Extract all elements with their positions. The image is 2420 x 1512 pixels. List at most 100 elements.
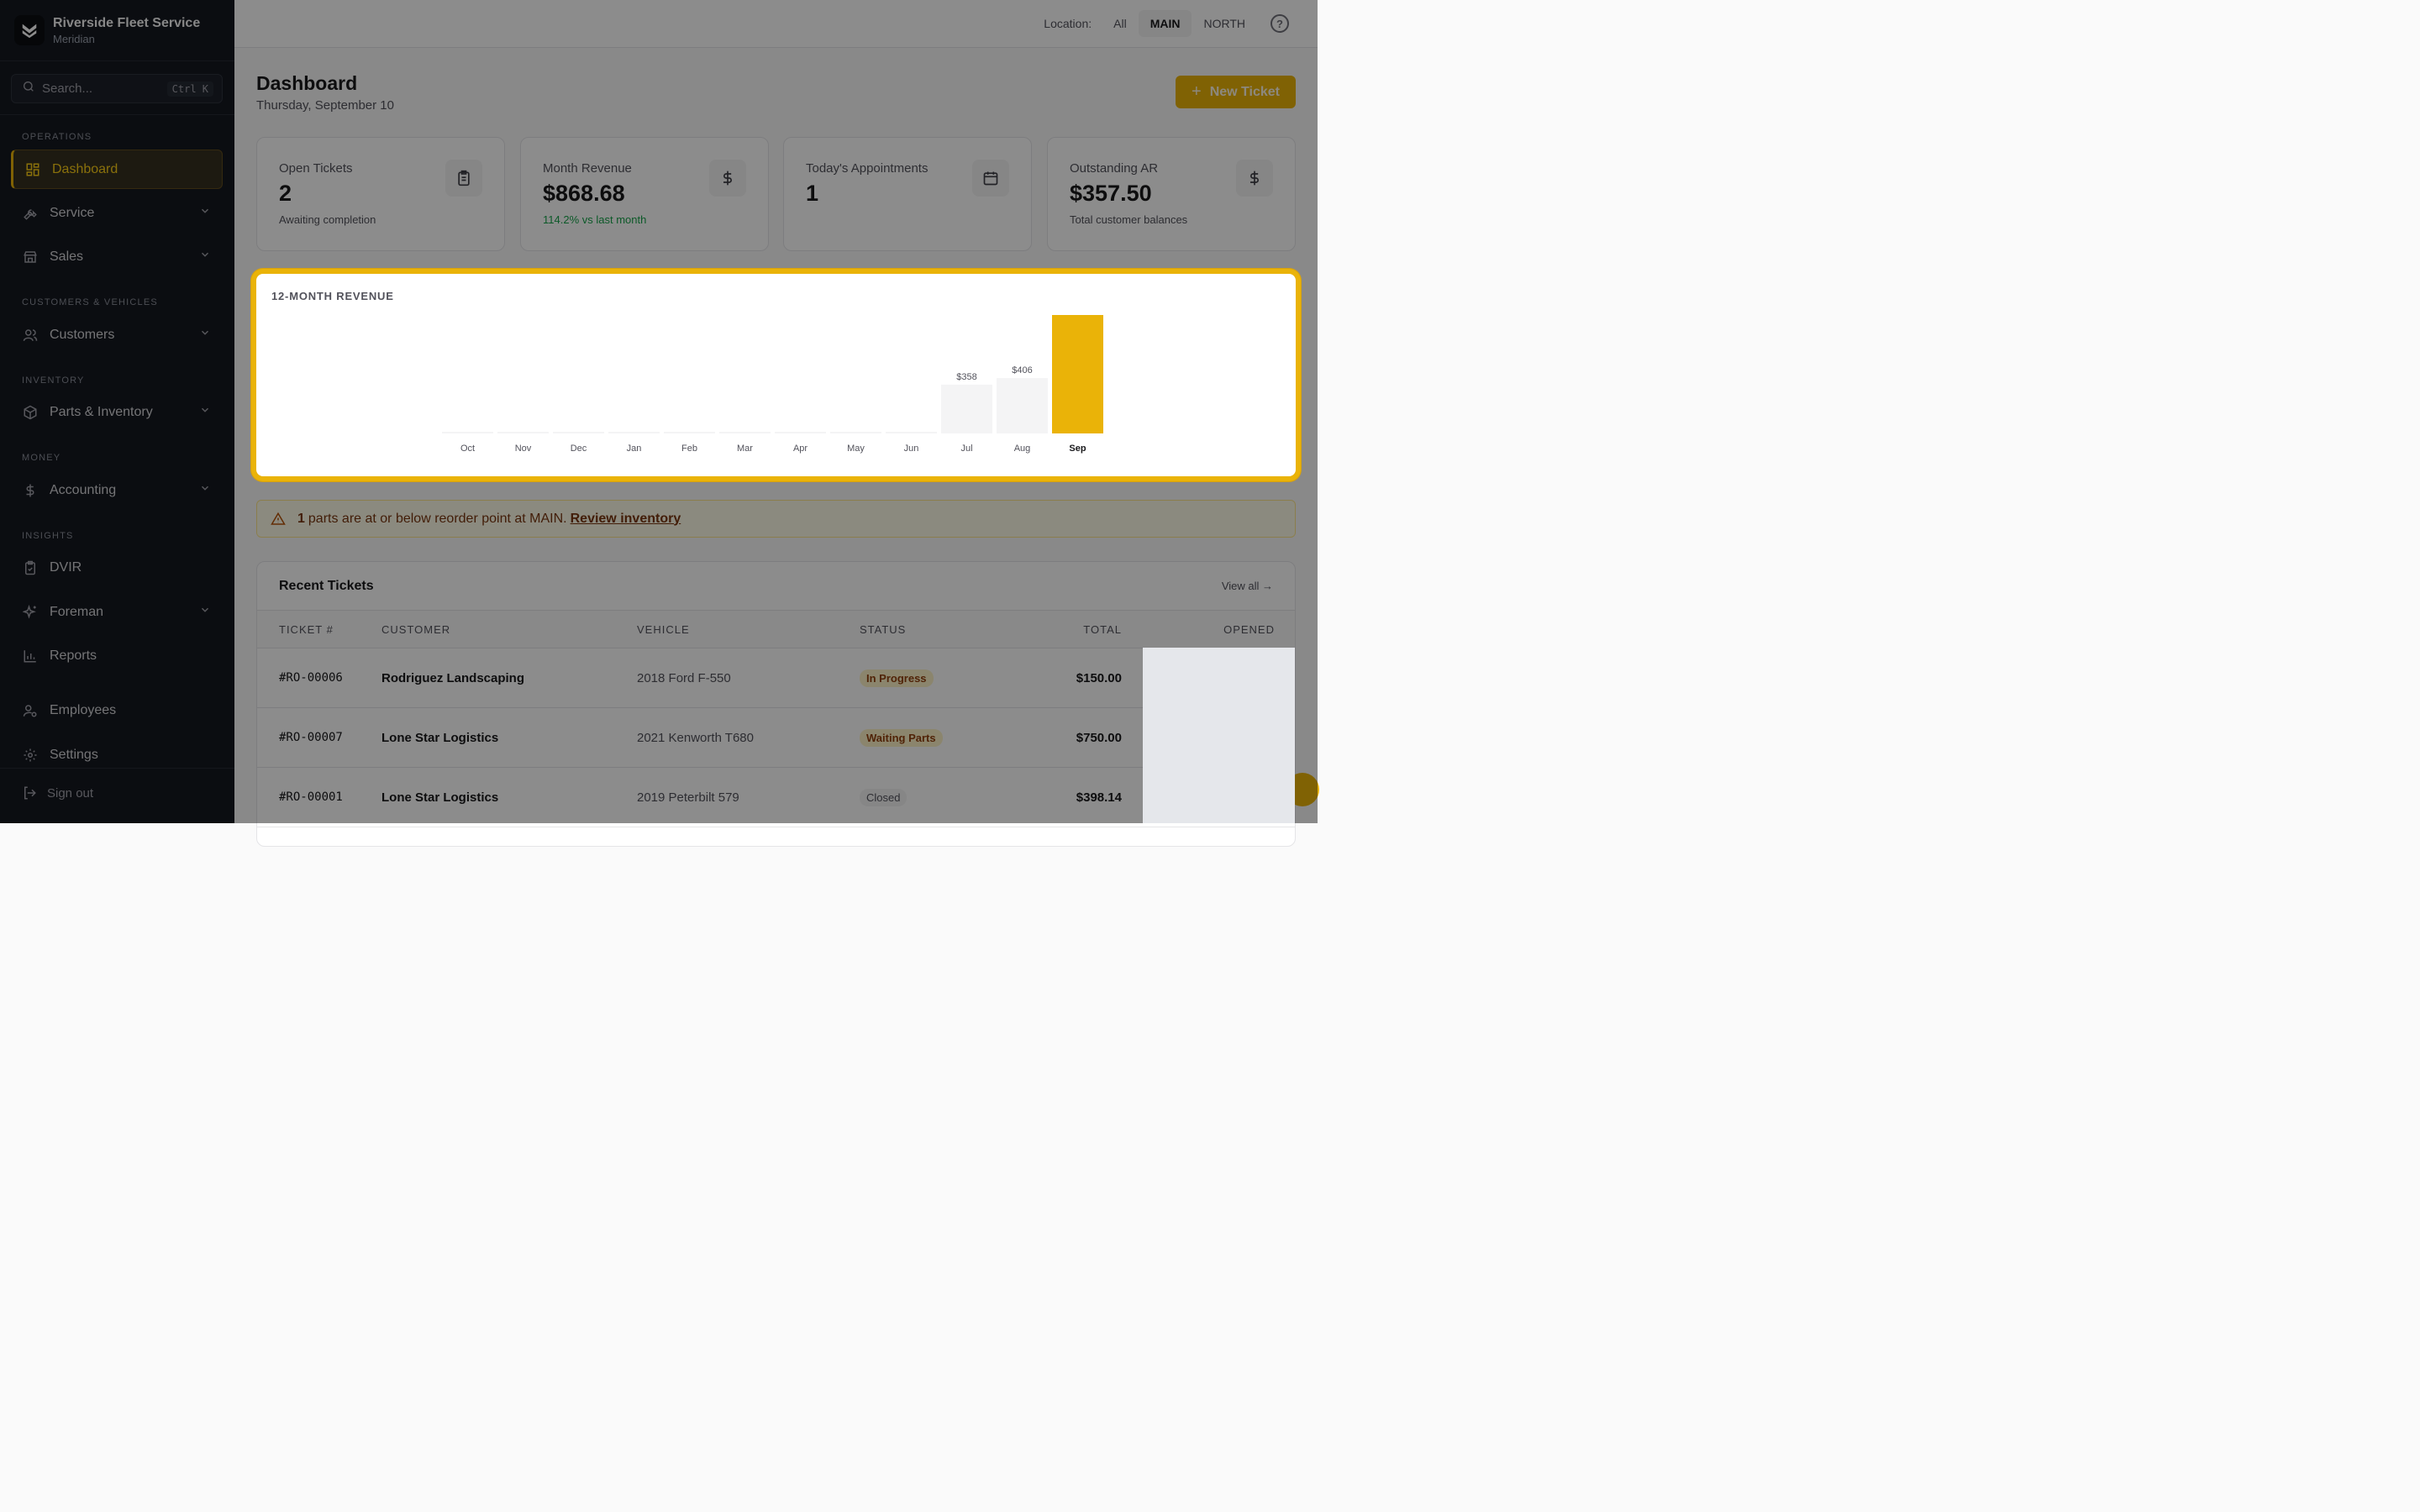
column-header[interactable]: TOTAL	[1083, 611, 1122, 648]
sidebar-item-label: Service	[50, 205, 95, 220]
location-label: Location:	[1044, 17, 1092, 30]
sidebar-item-accounting[interactable]: Accounting	[11, 470, 223, 510]
location-option-main[interactable]: MAIN	[1138, 10, 1192, 37]
new-ticket-button[interactable]: + New Ticket	[1176, 76, 1296, 108]
search-input[interactable]	[42, 81, 151, 96]
chart-data-label: $406	[1012, 365, 1032, 375]
search-icon	[22, 80, 35, 97]
brand-location: Meridian	[53, 32, 95, 45]
help-icon[interactable]: ?	[1270, 14, 1289, 33]
clipboard-check-icon	[23, 560, 38, 575]
divider	[0, 114, 234, 115]
users-icon	[23, 328, 38, 343]
stat-sub: Awaiting completion	[279, 213, 376, 226]
column-header[interactable]: TICKET #	[279, 611, 363, 648]
page-date: Thursday, September 10	[256, 98, 394, 113]
brand: Riverside Fleet Service Meridian	[0, 0, 234, 61]
dollar-icon	[1236, 160, 1273, 197]
ticket-number: #RO-00007	[279, 730, 343, 744]
new-ticket-label: New Ticket	[1209, 84, 1280, 99]
section-customers: CUSTOMERS & VEHICLES	[22, 297, 158, 307]
divider	[0, 768, 234, 769]
chevron-down-icon	[199, 482, 211, 498]
sidebar-item-label: Foreman	[50, 604, 104, 619]
sidebar-item-foreman[interactable]: Foreman	[11, 592, 223, 632]
chart-tick-label: Dec	[571, 444, 587, 454]
chart-tick-label: Jan	[627, 444, 642, 454]
table-header: TICKET # CUSTOMER VEHICLE STATUS TOTAL O…	[257, 611, 1295, 648]
chevron-down-icon	[199, 205, 211, 221]
stat-card-month-revenue: Month Revenue $868.68 114.2% vs last mon…	[520, 137, 769, 251]
chart-bar-aug[interactable]	[997, 378, 1048, 433]
sidebar-item-sales[interactable]: Sales	[11, 237, 223, 276]
sidebar-item-dvir[interactable]: DVIR	[11, 548, 223, 587]
chart-bar-nov[interactable]	[497, 432, 549, 433]
chart-bar-mar[interactable]	[719, 432, 771, 433]
location-option-all[interactable]: All	[1102, 10, 1139, 37]
chart-bar-oct[interactable]	[442, 432, 493, 433]
sidebar-item-employees[interactable]: Employees	[11, 690, 223, 730]
sidebar-item-dashboard[interactable]: Dashboard	[11, 150, 223, 189]
clipboard-icon	[445, 160, 482, 197]
chart-tick-label: Mar	[737, 444, 753, 454]
chart-bar-jan[interactable]	[608, 432, 660, 433]
column-header[interactable]: OPENED	[1223, 611, 1275, 648]
view-all-link[interactable]: View all →	[1222, 580, 1273, 592]
alert-text: parts are at or below reorder point at M…	[308, 511, 567, 526]
revenue-chart-card: 12-MONTH REVENUE Oct Nov Dec Jan Feb Mar Apr Ma…	[256, 274, 1296, 476]
tickets-title: Recent Tickets	[279, 578, 374, 593]
top-bar: Location: All MAIN NORTH ?	[234, 0, 1318, 48]
table-row[interactable]: #RO-00001 Lone Star Logistics 2019 Peter…	[257, 768, 1295, 827]
column-header[interactable]: CUSTOMER	[381, 611, 450, 648]
dashboard-icon	[25, 162, 40, 177]
sidebar-item-customers[interactable]: Customers	[11, 315, 223, 354]
chevron-down-icon	[199, 249, 211, 265]
section-insights: INSIGHTS	[22, 531, 74, 541]
sidebar-item-label: Accounting	[50, 482, 117, 497]
signout-label: Sign out	[47, 785, 94, 801]
chart-bar-apr[interactable]	[775, 432, 826, 433]
table-row[interactable]: #RO-00006 Rodriguez Landscaping 2018 For…	[257, 648, 1295, 708]
stat-card-open-tickets: Open Tickets 2 Awaiting completion	[256, 137, 505, 251]
chart-bar-sep[interactable]	[1052, 315, 1103, 433]
ticket-total: $398.14	[1076, 790, 1122, 805]
chart-bar-dec[interactable]	[553, 432, 604, 433]
chart-bar-jul[interactable]	[941, 384, 992, 433]
warning-icon	[271, 512, 286, 527]
location-option-north[interactable]: NORTH	[1192, 10, 1257, 37]
status-badge: Closed	[860, 788, 908, 806]
customer-name: Lone Star Logistics	[381, 790, 499, 805]
ticket-number: #RO-00001	[279, 790, 343, 804]
search-box[interactable]: Ctrl K	[11, 74, 223, 103]
stat-sub: Total customer balances	[1070, 213, 1188, 226]
chart-tick-label: Oct	[460, 444, 475, 454]
ticket-total: $750.00	[1076, 730, 1122, 745]
signout-button[interactable]: Sign out	[22, 785, 93, 801]
chart-data-label: $358	[956, 372, 976, 382]
column-header[interactable]: VEHICLE	[637, 611, 690, 648]
dollar-icon	[23, 483, 38, 498]
chart-tick-label: Sep	[1069, 444, 1086, 454]
chart-bar-jun[interactable]	[886, 432, 937, 433]
page-title: Dashboard	[256, 72, 358, 94]
column-header[interactable]: STATUS	[860, 611, 906, 648]
sidebar-item-reports[interactable]: Reports	[11, 636, 223, 675]
sparkle-icon	[23, 604, 38, 620]
bar-chart-icon	[23, 648, 38, 664]
customer-name: Lone Star Logistics	[381, 730, 499, 745]
sidebar-item-parts[interactable]: Parts & Inventory	[11, 392, 223, 432]
logo-icon	[14, 15, 45, 45]
alert-count: 1	[297, 511, 305, 526]
vehicle: 2021 Kenworth T680	[637, 730, 754, 745]
section-money: MONEY	[22, 453, 61, 463]
chart-tick-label: Jun	[904, 444, 919, 454]
sidebar-item-service[interactable]: Service	[11, 193, 223, 233]
table-row[interactable]: #RO-00007 Lone Star Logistics 2021 Kenwo…	[257, 708, 1295, 768]
search-shortcut: Ctrl K	[166, 81, 213, 97]
box-icon	[23, 405, 38, 420]
chart-bar-may[interactable]	[830, 432, 881, 433]
wrench-icon	[23, 206, 38, 221]
sidebar-item-label: Settings	[50, 747, 98, 762]
review-inventory-link[interactable]: Review inventory	[571, 512, 681, 527]
chart-bar-feb[interactable]	[664, 432, 715, 433]
